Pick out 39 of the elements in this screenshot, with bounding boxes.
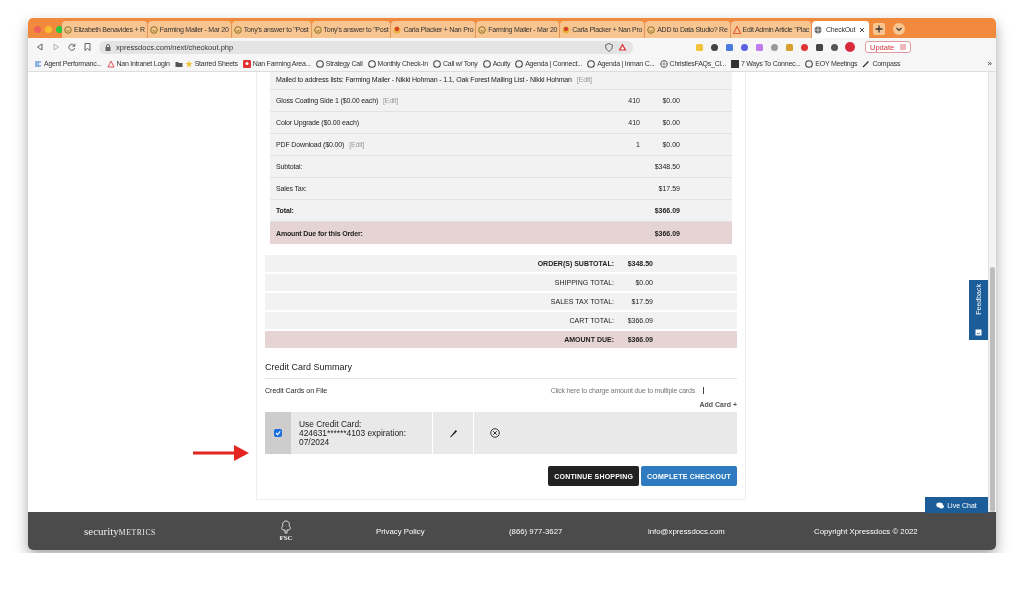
pencil-icon: [862, 59, 871, 68]
remove-icon[interactable]: [490, 428, 500, 438]
tab-search-button[interactable]: [893, 23, 906, 35]
triangle-icon[interactable]: [618, 43, 627, 51]
section-heading: Credit Card Summary: [265, 362, 737, 379]
arrow-icon: [193, 444, 250, 462]
profile-avatar[interactable]: [845, 42, 855, 52]
lock-icon: [105, 43, 111, 51]
circle-icon: [515, 59, 524, 68]
more-bookmarks-button[interactable]: »: [987, 59, 992, 68]
star-icon: [184, 59, 193, 68]
new-tab-button[interactable]: [873, 23, 886, 35]
pencil-icon[interactable]: [449, 428, 458, 438]
circle-icon: [315, 59, 324, 68]
triangle-icon: [106, 59, 115, 68]
feedback-icon: [975, 329, 982, 336]
bookmark-icon[interactable]: [84, 43, 91, 51]
close-icon[interactable]: [859, 26, 866, 33]
chat-bubbles-icon: [936, 501, 945, 509]
pin-icon: [242, 59, 251, 68]
globe-icon: [814, 25, 823, 34]
circle-icon: [482, 59, 491, 68]
card-description: Use Credit Card: 424631******4103 expiration: 07/2024: [299, 419, 408, 447]
circle-icon: [805, 59, 814, 68]
reload-icon[interactable]: [68, 43, 76, 51]
warning-triangle-icon: [732, 25, 741, 34]
circle-icon: [433, 59, 441, 68]
square-icon: [730, 59, 739, 68]
chart-icon: [34, 59, 42, 68]
extension-square-icon[interactable]: [725, 42, 734, 52]
back-icon[interactable]: [36, 43, 44, 51]
folder-icon: [174, 59, 183, 68]
checkbox[interactable]: [274, 429, 282, 437]
shield-icon[interactable]: [605, 42, 613, 52]
globe-icon: [659, 59, 668, 68]
circle-icon: [367, 59, 376, 68]
scrollbar[interactable]: [988, 72, 996, 512]
circle-icon: [587, 59, 596, 68]
check-icon: [275, 430, 281, 436]
